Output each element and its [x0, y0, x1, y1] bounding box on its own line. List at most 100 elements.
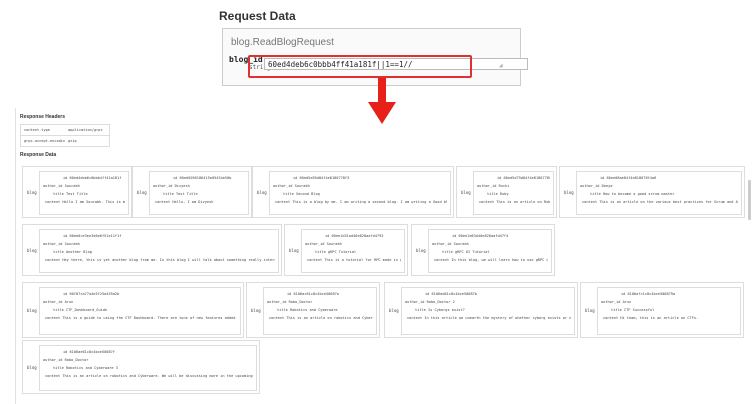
blog-field-author-id: author_id Arun — [601, 298, 737, 306]
blog-field-key: author_id — [43, 184, 65, 188]
blog-field-author-id: author_id Sourabh — [43, 182, 125, 190]
arrow-down-icon — [378, 78, 386, 104]
header-row: content-type application/grpc — [21, 125, 109, 135]
resize-handle-icon[interactable]: ◢ — [499, 62, 512, 84]
blog-field-key: content — [45, 374, 63, 378]
blog-label: blog — [389, 308, 399, 313]
blog-field-title: title Second Blog — [273, 190, 447, 198]
blog-field-content: content Hey there, this is yet another b… — [43, 256, 275, 264]
blog-field-value: Robo_Doctor — [64, 358, 89, 362]
blog-label: blog — [585, 308, 595, 313]
blog-field-value: Hey there, this is yet another blog from… — [62, 258, 275, 262]
blog-field-value: Robo_Doctor 2 — [426, 300, 455, 304]
blog-field-key: title — [163, 192, 176, 196]
blog-field-key: content — [45, 200, 63, 204]
response-headers-table: content-type application/grpc grpc-accep… — [20, 124, 110, 147]
blog-field-value: Ruby — [499, 192, 509, 196]
blog-label: blog — [27, 365, 37, 370]
blog-field-key: title — [53, 250, 66, 254]
blog-field-key: content — [155, 200, 173, 204]
blog-field-title: title Test Title — [153, 190, 245, 198]
blog-field-value: gRPC Tutorial — [327, 250, 357, 254]
blog-field-author-id: author_id Sourabh — [273, 182, 447, 190]
blog-field-author-id: author_id Sourabh — [43, 240, 275, 248]
blog-field-value: 60ee1d63d40e828aafd47f4 — [458, 234, 509, 238]
blog-field-value: 60ee08ae84f4e818078f4a6 — [606, 176, 657, 180]
blog-field-key: author_id — [43, 300, 65, 304]
blog-field-value: 6106afc1c8c4bce500879a — [627, 292, 676, 296]
blog-field-key: id — [63, 234, 70, 238]
header-row: grpc-accept-encoding gzip — [21, 135, 109, 146]
blog-field-value: Robo_Doctor — [288, 300, 313, 304]
blog-label: blog — [289, 248, 299, 253]
header-value: application/grpc — [68, 128, 103, 132]
blog-field-value: Test Title — [175, 192, 198, 196]
blog-field-key: id — [621, 292, 628, 296]
blog-field-value: Sourabh — [64, 242, 80, 246]
blog-field-key: id — [452, 234, 459, 238]
blog-field-content: content This is an article on the variou… — [580, 198, 738, 206]
blog-field-key: title — [53, 366, 66, 370]
blog-field-value: Sourabh — [453, 242, 469, 246]
blog-label: blog — [251, 308, 261, 313]
blog-field-content: content Hello, I am Divyesh — [153, 198, 245, 206]
blog-fields: id 60ed5a95d84f4e8180778f3 author_id Sour… — [269, 171, 451, 215]
blog-field-value: Is Cyborgs exist? — [427, 308, 465, 312]
blog-field-key: author_id — [601, 300, 623, 304]
blog-field-content: content This is an article on robotics a… — [267, 314, 373, 322]
blog-field-title: title CTF Successful — [601, 306, 737, 314]
blog-fields: id 60f07ca77a4e5f25a455a2b author_id Arun… — [39, 287, 241, 335]
blog-field-value: Another Blog — [65, 250, 92, 254]
blog-field-content: content This is an article on Ruby — [477, 198, 550, 206]
blog-field-value: This is an article on robotics and Cyber… — [62, 374, 253, 378]
blog-field-value: Arun — [64, 300, 74, 304]
blog-field-key: author_id — [405, 300, 427, 304]
blog-card: blog id 60f07ca77a4e5f25a455a2b author_id … — [22, 282, 244, 338]
blog-label: blog — [27, 248, 37, 253]
blog-field-id: id 60ed5056186415e05454e50b — [153, 174, 245, 182]
blog-field-id: id 60ed5a95d84f4e8180778f3 — [273, 174, 447, 182]
blog-field-content: content Hi team, this is an article on C… — [601, 314, 737, 322]
blog-field-value: How to become a good scrum master — [602, 192, 675, 196]
blog-field-id: id 60ed5d79d84f4e8180778f3e — [477, 174, 550, 182]
blog-field-key: content — [275, 200, 293, 204]
injection-highlight-box — [248, 55, 472, 78]
blog-field-key: title — [487, 192, 500, 196]
blog-card: blogid 60ed5d79d84f4e8180778f3eauthor_id… — [456, 166, 557, 218]
blog-field-id: id 60ee1d63d40e828aafd47f4 — [432, 232, 548, 240]
blog-field-value: 60ee0ce3ee3d6e6f51e11f1f — [69, 234, 122, 238]
blog-field-value: 60ed5d79d84f4e8180778f3e — [503, 176, 551, 180]
blog-card: blog id 60ed4deb6c0bbb4ff41a181f author_id… — [22, 166, 132, 218]
blog-field-title: title gRPC Tutorial — [305, 248, 401, 256]
blog-field-key: author_id — [273, 184, 295, 188]
blog-fields: id 6106ae61c8c4bce50087f author_id Robo_D… — [39, 345, 257, 391]
blog-label: blog — [27, 308, 37, 313]
blog-field-value: Sourabh — [326, 242, 342, 246]
blog-field-title: title Another Blog — [43, 248, 275, 256]
blog-card: blog id 60ee1d63d40e828aafd47f4 author_id … — [411, 224, 555, 276]
blog-fields: id 6106ac61c8c4bce50087a author_id Robo_D… — [263, 287, 377, 335]
request-data-title: Request Data — [219, 9, 296, 23]
blog-field-key: title — [611, 308, 624, 312]
blog-field-id: id 6106ae61c8c4bce50087f — [43, 348, 253, 356]
blog-field-key: content — [45, 258, 63, 262]
blog-fields: id 60ee0ce3ee3d6e6f51e11f1f author_id Sou… — [39, 229, 279, 273]
blog-label: blog — [27, 190, 37, 195]
blog-card: blog id 6106afc1c8c4bce500879a author_id A… — [580, 282, 744, 338]
blog-field-value: In this article we unearth the mystery o… — [424, 316, 571, 320]
blog-field-value: 60ed5056186415e05454e50b — [179, 176, 232, 180]
response-headers-label: Response Headers — [20, 114, 66, 120]
blog-field-key: author_id — [153, 184, 175, 188]
scrollbar[interactable] — [748, 180, 751, 220]
blog-field-value: 6106ad61c8c4bce50087b — [431, 292, 477, 296]
blog-field-content: content This is a tutorial for RPC made … — [305, 256, 401, 264]
blog-field-title: title Robotics and Cyberware 3 — [43, 364, 253, 372]
blog-field-value: This is a tutorial for RPC made in gRPC — [324, 258, 401, 262]
blog-field-key: title — [590, 192, 603, 196]
blog-field-content: content This is a guide to using the CTF… — [43, 314, 237, 322]
blog-field-value: CTF_Dashboard_Guide — [65, 308, 108, 312]
blog-card: blog id 60ee08ae84f4e818078f4a6 author_id … — [559, 166, 745, 218]
blog-field-key: title — [283, 192, 296, 196]
blog-card: blog id 6106ac61c8c4bce50087a author_id Ro… — [246, 282, 380, 338]
blog-field-author-id: author_id Robo_Doctor — [267, 298, 373, 306]
